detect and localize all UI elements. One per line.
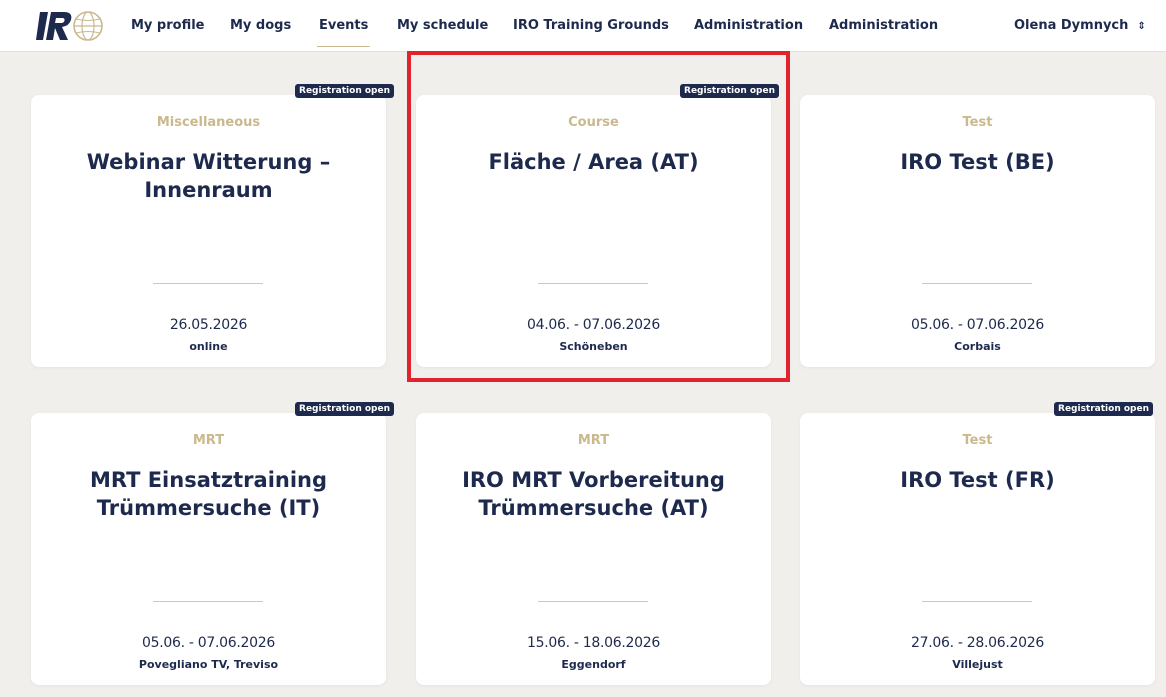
nav-iro-training-grounds[interactable]: IRO Training Grounds [513, 18, 669, 34]
nav-events[interactable]: Events [316, 18, 371, 47]
event-date: 27.06. - 28.06.2026 [911, 635, 1044, 651]
event-title: IRO MRT Vorbereitung Trümmersuche (AT) [462, 468, 725, 520]
event-category: MRT [577, 433, 610, 448]
event-location: Villejust [952, 658, 1003, 671]
event-category: Miscellaneous [156, 115, 261, 130]
card-divider [153, 601, 263, 602]
event-card[interactable]: Registration open Miscellaneous Webinar … [31, 84, 394, 367]
top-navigation-bar: My profile My dogs Events My schedule IR… [0, 0, 1166, 52]
iro-logo[interactable] [36, 8, 104, 44]
event-category: Test [962, 115, 993, 130]
nav-my-dogs[interactable]: My dogs [230, 18, 291, 34]
event-location: online [189, 340, 228, 353]
event-card[interactable]: Registration open Test IRO Test (FR) 27.… [800, 402, 1155, 685]
event-card[interactable]: MRT IRO MRT Vorbereitung Trümmersuche (A… [416, 413, 771, 685]
event-location: Eggendorf [561, 658, 626, 671]
event-card[interactable]: Registration open MRT MRT Einsatztrainin… [31, 402, 394, 685]
user-name: Olena Dymnych [1014, 18, 1129, 33]
nav-administration-2[interactable]: Administration [829, 18, 938, 34]
registration-open-badge: Registration open [680, 84, 779, 98]
card-divider [538, 601, 648, 602]
event-category: Course [568, 115, 619, 130]
registration-open-badge: Registration open [1054, 402, 1153, 416]
event-title: MRT Einsatztraining Trümmersuche (IT) [89, 468, 328, 520]
event-category: Test [962, 433, 993, 448]
registration-open-badge: Registration open [295, 84, 394, 98]
event-title: Fläche / Area (AT) [488, 150, 699, 174]
event-card[interactable]: Test IRO Test (BE) 05.06. - 07.06.2026 C… [800, 95, 1155, 367]
event-location: Corbais [954, 340, 1001, 353]
event-location: Schöneben [559, 340, 628, 353]
sort-arrows-icon: ⇕ [1137, 21, 1146, 32]
event-title: Webinar Witterung – Innenraum [86, 150, 331, 202]
card-divider [922, 601, 1032, 602]
event-date: 15.06. - 18.06.2026 [527, 635, 660, 651]
event-category: MRT [192, 433, 225, 448]
card-divider [153, 283, 263, 284]
event-card[interactable]: Registration open Course Fläche / Area (… [416, 84, 779, 367]
event-date: 05.06. - 07.06.2026 [911, 317, 1044, 333]
event-location: Povegliano TV, Treviso [138, 658, 279, 671]
event-date: 26.05.2026 [169, 317, 248, 333]
nav-my-schedule[interactable]: My schedule [397, 18, 488, 34]
card-divider [922, 283, 1032, 284]
nav-my-profile[interactable]: My profile [131, 18, 205, 34]
event-date: 05.06. - 07.06.2026 [142, 635, 275, 651]
event-date: 04.06. - 07.06.2026 [527, 317, 660, 333]
card-divider [538, 283, 648, 284]
registration-open-badge: Registration open [295, 402, 394, 416]
nav-administration-1[interactable]: Administration [694, 18, 803, 34]
event-title: IRO Test (BE) [900, 150, 1055, 174]
user-menu[interactable]: Olena Dymnych ⇕ [1014, 18, 1146, 35]
event-title: IRO Test (FR) [900, 468, 1055, 492]
